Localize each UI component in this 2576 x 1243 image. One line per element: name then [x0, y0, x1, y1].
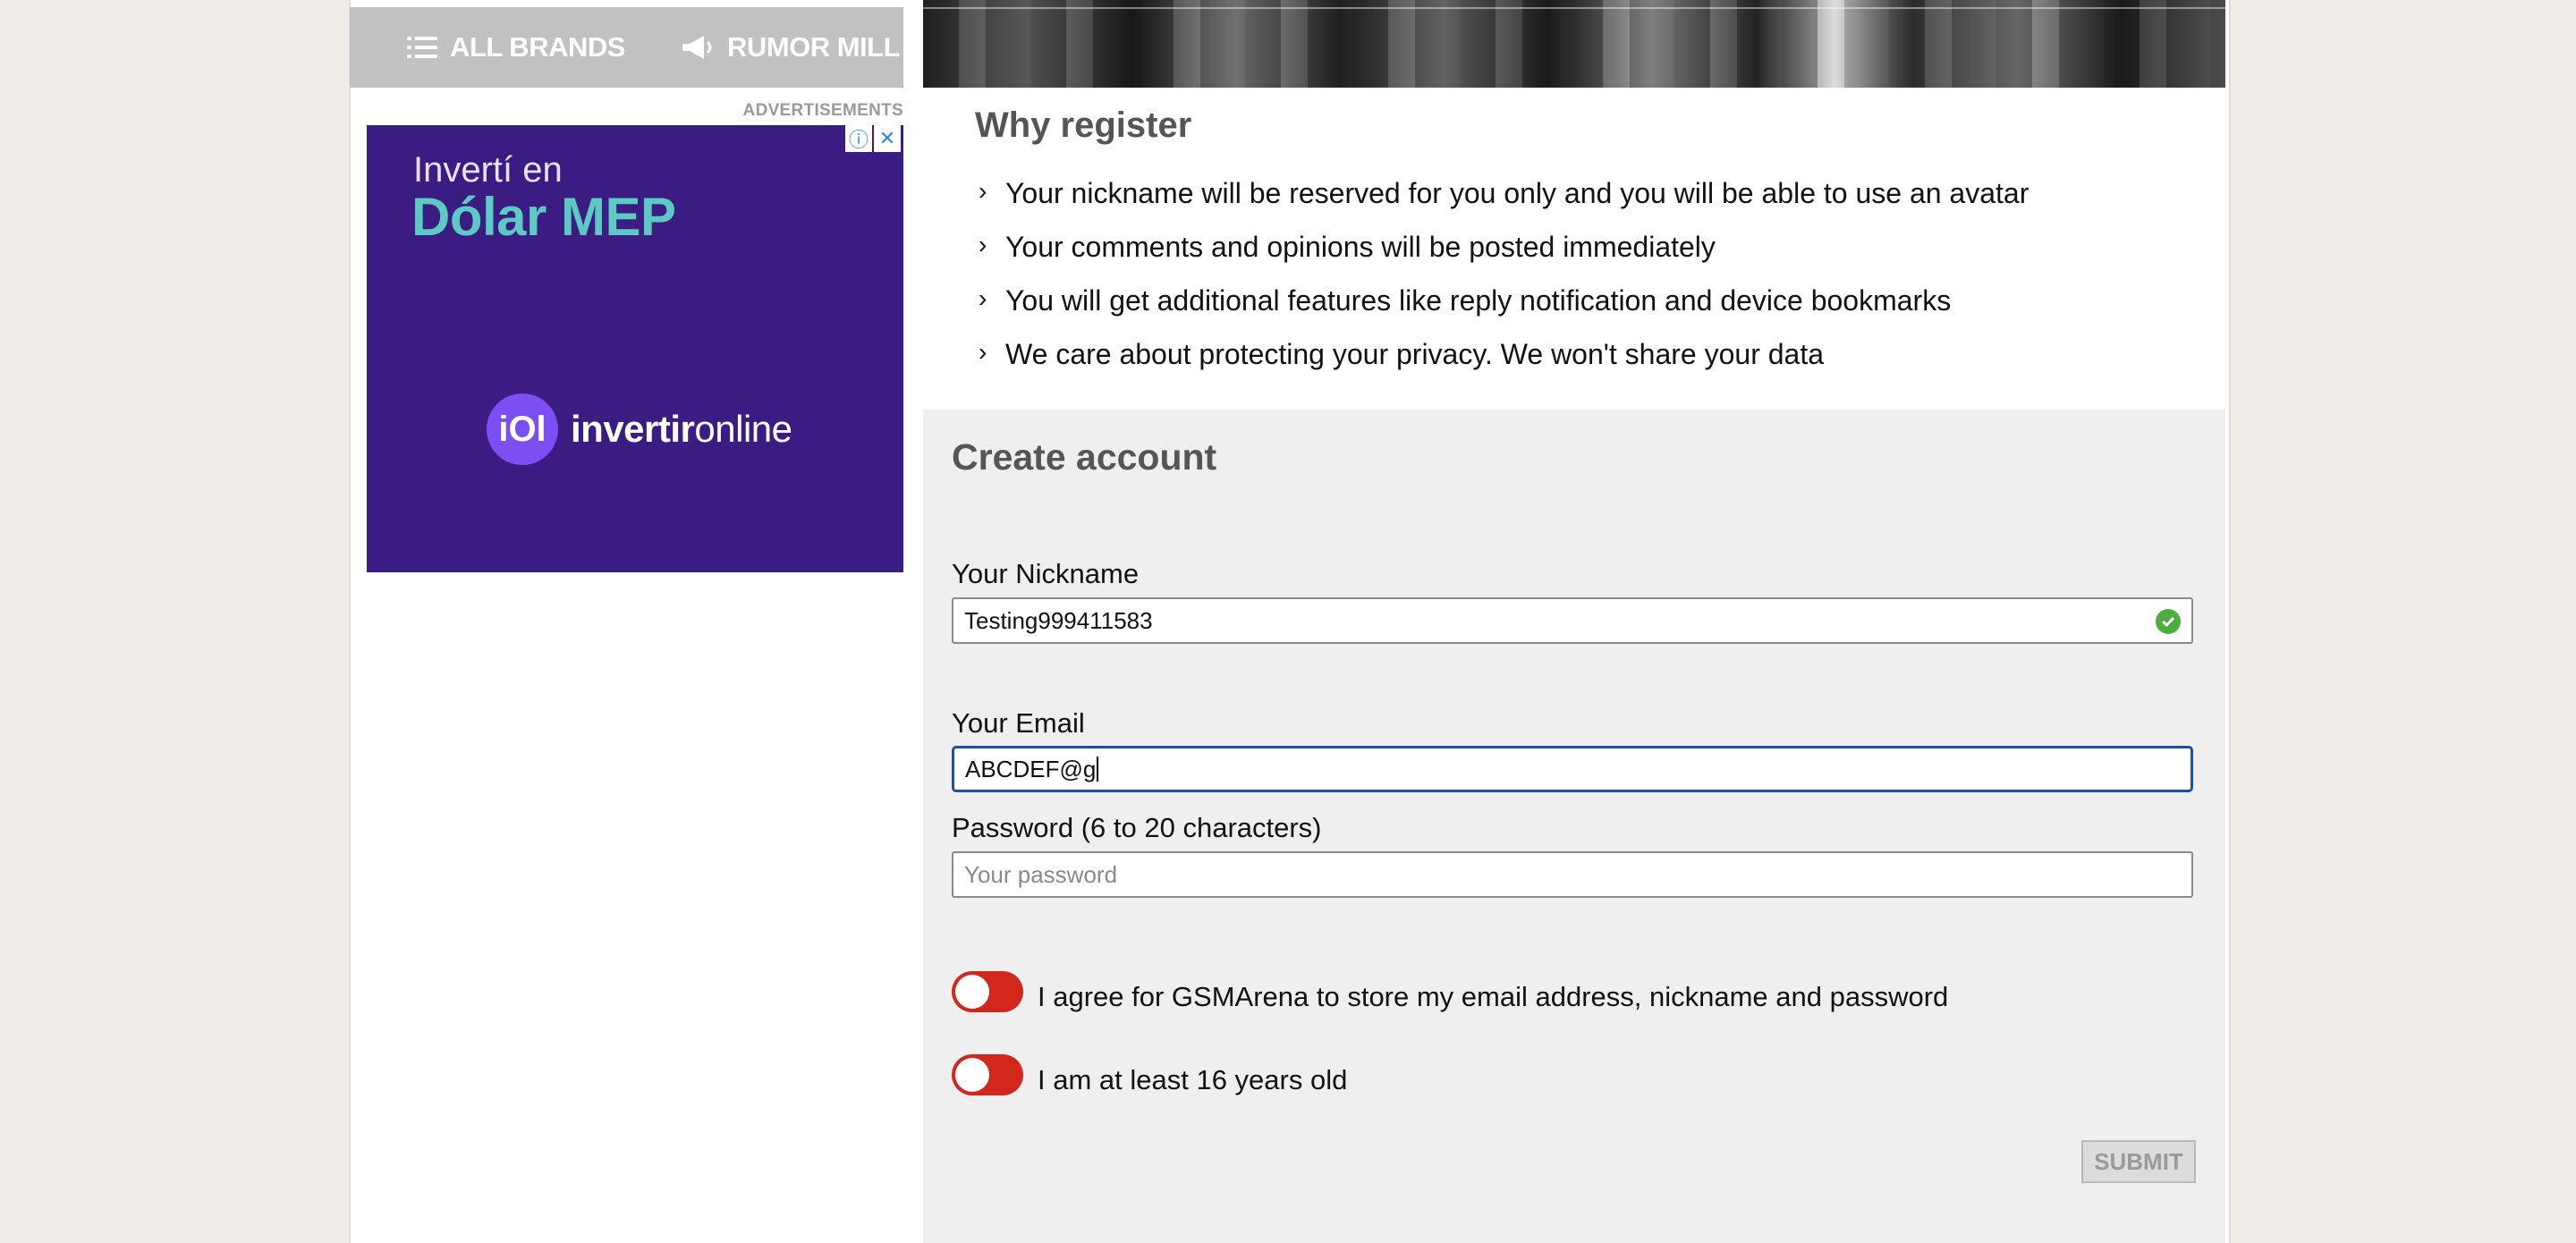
toggle-knob — [955, 1058, 989, 1092]
age-toggle-row: I am at least 16 years old — [952, 1053, 1347, 1096]
valid-check-icon — [2156, 609, 2181, 634]
benefit-text: You will get additional features like re… — [1005, 284, 1952, 317]
benefit-text: We care about protecting your privacy. W… — [1005, 338, 1825, 370]
text-cursor — [1097, 757, 1099, 782]
all-brands-link[interactable]: ALL BRANDS — [407, 31, 625, 63]
ad-banner[interactable]: Invertí en Dólar MEP iOl invertironline … — [367, 125, 903, 572]
password-input[interactable]: Your password — [952, 851, 2193, 898]
password-label: Password (6 to 20 characters) — [952, 812, 1322, 843]
benefits-list: › Your nickname will be reserved for you … — [979, 177, 2029, 392]
ad-logo-text-bold: invertir — [571, 408, 695, 450]
submit-button[interactable]: SUBMIT — [2081, 1140, 2196, 1183]
toggle-knob — [955, 975, 989, 1009]
ad-logo-text-regular: online — [694, 408, 792, 450]
agree-label: I agree for GSMArena to store my email a… — [1038, 981, 1949, 1012]
megaphone-icon — [681, 34, 715, 61]
ad-logo-text: invertironline — [571, 408, 792, 451]
create-account-form: Create account Your Nickname Testing9994… — [923, 410, 2225, 1243]
brand-nav-bar: ALL BRANDS RUMOR MILL — [350, 7, 903, 88]
nickname-input[interactable]: Testing999411583 — [952, 597, 2193, 644]
rumor-mill-label: RUMOR MILL — [727, 31, 901, 63]
list-item: › Your nickname will be reserved for you … — [979, 177, 2029, 231]
chevron-right-icon: › — [979, 177, 987, 205]
list-item: › Your comments and opinions will be post… — [979, 231, 2029, 284]
list-icon — [407, 34, 437, 61]
benefit-text: Your comments and opinions will be poste… — [1005, 231, 1716, 263]
list-item: › We care about protecting your privacy. … — [979, 338, 2029, 392]
all-brands-label: ALL BRANDS — [450, 31, 625, 63]
chevron-right-icon: › — [979, 231, 987, 258]
why-register-title: Why register — [975, 106, 1192, 145]
agree-toggle[interactable] — [952, 971, 1023, 1012]
chevron-right-icon: › — [979, 284, 987, 312]
password-placeholder: Your password — [964, 860, 1118, 888]
list-item: › You will get additional features like r… — [979, 284, 2029, 338]
create-account-title: Create account — [952, 436, 1217, 478]
ad-headline-line2: Dólar MEP — [411, 187, 676, 247]
benefit-text: Your nickname will be reserved for you o… — [1005, 177, 2029, 209]
ad-headline-line1: Invertí en — [413, 150, 563, 190]
agree-toggle-row: I agree for GSMArena to store my email a… — [952, 970, 1948, 1013]
nickname-value: Testing999411583 — [964, 606, 1153, 634]
email-value: ABCDEF@g — [965, 755, 1097, 782]
why-register-section: Why register › Your nickname will be rese… — [923, 88, 2225, 410]
nickname-label: Your Nickname — [952, 558, 1140, 589]
age-label: I am at least 16 years old — [1038, 1064, 1348, 1095]
ad-controls: ⓘ ✕ — [845, 125, 901, 152]
advertisements-label: ADVERTISEMENTS — [742, 101, 903, 120]
header-image — [923, 0, 2225, 88]
ad-close-icon[interactable]: ✕ — [874, 125, 901, 152]
email-label: Your Email — [952, 707, 1085, 739]
ad-info-icon[interactable]: ⓘ — [845, 125, 872, 152]
email-input[interactable]: ABCDEF@g — [952, 746, 2193, 792]
ad-brand-logo: iOl invertironline — [487, 393, 792, 465]
chevron-right-icon: › — [979, 338, 987, 366]
rumor-mill-link[interactable]: RUMOR MILL — [681, 31, 901, 63]
ad-logo-mark: iOl — [487, 393, 558, 465]
age-toggle[interactable] — [952, 1054, 1023, 1095]
